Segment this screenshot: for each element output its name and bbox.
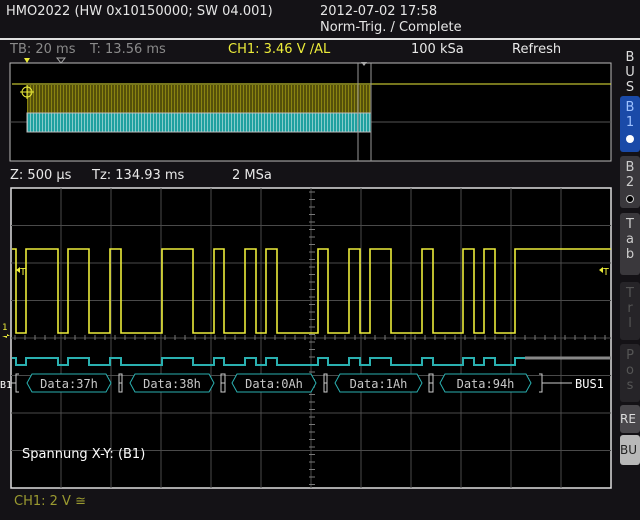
bus-frame-label: Data:0Ah xyxy=(245,377,303,391)
bus-frame-label: Data:1Ah xyxy=(350,377,408,391)
bu-label: BU xyxy=(620,443,638,457)
trl-label: Trl xyxy=(622,286,638,331)
b1-label: B1 xyxy=(622,100,638,130)
bus-frame-label: Data:94h xyxy=(457,377,515,391)
sidebar-tab-button[interactable]: Tab xyxy=(620,213,640,275)
sidebar-b2-button[interactable]: B2 xyxy=(620,156,640,208)
bus-frame-label: Data:38h xyxy=(143,377,201,391)
pos-label: Pos xyxy=(622,348,638,393)
bus-frame-label: Data:37h xyxy=(40,377,98,391)
bus-frame[interactable]: Data:38h xyxy=(118,373,226,393)
bus-frame[interactable]: Data:94h xyxy=(428,373,543,393)
scope-display[interactable]: Data:37h Data:38h Data:0Ah Data:1Ah Data:94h… xyxy=(0,0,620,500)
radio-selected-icon xyxy=(626,135,634,143)
sidebar-bus-title: BUS xyxy=(620,46,640,95)
time-marker-icon xyxy=(55,57,67,64)
bus-label-left: B1 xyxy=(0,380,12,391)
ch1-ground-arrow-icon xyxy=(2,334,10,338)
main-waveform-panel[interactable]: Data:37h Data:38h Data:0Ah Data:1Ah Data:94h… xyxy=(0,187,612,489)
trigger-marker-icon xyxy=(24,58,30,63)
overview-panel[interactable] xyxy=(9,57,612,162)
ch1-scale[interactable]: CH1: 2 V ≅ xyxy=(14,494,86,509)
bus-frame[interactable]: Data:0Ah xyxy=(220,373,328,393)
sidebar-b1-button[interactable]: B1 xyxy=(620,96,640,152)
overview-bus-trace xyxy=(26,112,372,133)
sidebar-trl-button: Trl xyxy=(620,282,640,340)
bus-frame[interactable]: Data:37h xyxy=(15,373,123,393)
trigger-level-label-left: T xyxy=(20,267,26,278)
bus-title: BUS xyxy=(622,50,638,95)
re-label: RE xyxy=(620,412,636,426)
radio-unselected-icon xyxy=(626,195,634,203)
bus-label-right: BUS1 xyxy=(575,377,604,391)
sidebar-re-button[interactable]: RE xyxy=(620,405,640,433)
sidebar-pos-button: Pos xyxy=(620,344,640,402)
overview-ch1-trace xyxy=(27,85,371,113)
bus-decode-row: Data:37h Data:38h Data:0Ah Data:1Ah Data:94h xyxy=(11,373,572,393)
sidebar-bu-button[interactable]: BU xyxy=(620,435,640,465)
b2-label: B2 xyxy=(622,160,638,190)
trigger-level-label-right: T xyxy=(603,267,609,278)
ch1-ground-marker[interactable]: 1 xyxy=(2,323,7,333)
xy-annotation: Spannung X-Y: (B1) xyxy=(22,447,145,462)
bus-frame[interactable]: Data:1Ah xyxy=(323,373,434,393)
tab-label: Tab xyxy=(622,217,638,262)
